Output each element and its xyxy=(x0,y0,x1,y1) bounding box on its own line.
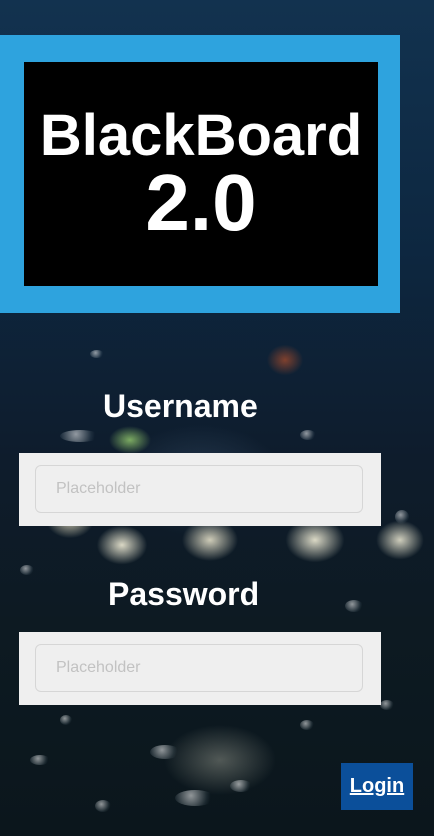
password-panel xyxy=(19,632,381,705)
username-field[interactable] xyxy=(35,465,363,513)
username-panel xyxy=(19,453,381,526)
password-field[interactable] xyxy=(35,644,363,692)
username-label: Username xyxy=(103,388,258,424)
logo-banner: BlackBoard 2.0 xyxy=(0,35,400,313)
logo: BlackBoard 2.0 xyxy=(24,62,378,286)
logo-version: 2.0 xyxy=(145,158,257,247)
login-button[interactable]: Login xyxy=(341,763,413,810)
password-label: Password xyxy=(108,576,260,612)
